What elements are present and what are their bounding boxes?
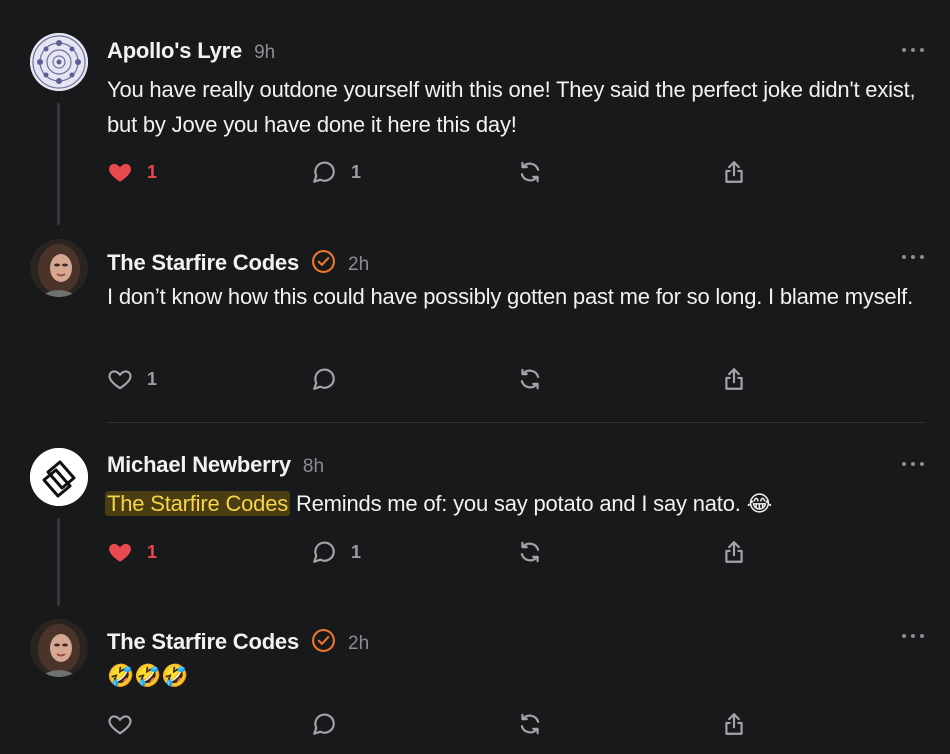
like-button[interactable]: 1 [107,537,157,567]
share-icon [725,161,743,183]
share-icon [725,368,743,390]
more-options-icon[interactable] [902,48,924,54]
repost-icon [520,368,540,390]
like-button[interactable]: 1 [107,364,157,394]
comment-button[interactable]: 1 [311,537,361,567]
like-button[interactable]: 1 [107,157,157,187]
action-bar: 1 1 [107,537,757,567]
avatar[interactable] [30,33,88,91]
action-bar: 1 1 [107,157,757,187]
action-bar [107,709,757,739]
comment-button[interactable]: 1 [311,157,361,187]
like-count: 1 [147,368,158,389]
comment-icon [313,368,335,390]
share-icon [725,713,743,735]
comment-icon [313,541,335,563]
like-button[interactable] [107,709,147,739]
thread-connector [57,103,60,225]
heart-icon [109,543,131,562]
more-options-icon[interactable] [902,634,924,640]
repost-icon [520,161,540,183]
share-button[interactable] [721,709,747,739]
timestamp[interactable]: 2h [348,254,369,276]
timestamp[interactable]: 2h [348,633,369,655]
avatar[interactable] [30,239,88,297]
heart-icon [108,370,132,390]
heart-icon [109,163,131,182]
share-button[interactable] [721,537,747,567]
comment-button[interactable] [311,709,351,739]
avatar[interactable] [30,448,88,506]
verified-badge-icon [312,629,335,652]
reply-count: 1 [351,541,362,562]
author-name[interactable]: Apollo's Lyre [107,38,242,64]
share-button[interactable] [721,157,747,187]
comment-icon [313,161,335,183]
more-options-icon[interactable] [902,255,924,261]
heart-icon [108,715,132,735]
comment-thread: Apollo's Lyre 9h You have really outdone… [0,0,950,754]
reply-count: 1 [351,161,362,182]
avatar[interactable] [30,619,88,677]
action-bar: 1 [107,364,757,394]
comment-text-body: Reminds me of: you say potato and I say … [290,491,773,516]
author-name[interactable]: The Starfire Codes [107,250,299,276]
thread-divider [107,422,926,423]
repost-icon [520,541,540,563]
more-options-icon[interactable] [902,462,924,468]
thread-connector [57,518,60,606]
author-name[interactable]: The Starfire Codes [107,629,299,655]
comment-icon [313,713,335,735]
share-icon [725,541,743,563]
comment-text: I don’t know how this could have possibl… [107,284,913,309]
comment-text: 🤣🤣🤣 [107,663,189,688]
repost-button[interactable] [517,157,543,187]
verified-badge-icon [312,250,335,273]
timestamp[interactable]: 9h [254,42,275,64]
repost-button[interactable] [517,537,543,567]
comment-button[interactable] [311,364,351,394]
like-count: 1 [147,161,158,182]
comment-text: You have really outdone yourself with th… [107,77,916,137]
repost-button[interactable] [517,709,543,739]
comment-text: The Starfire Codes Reminds me of: you sa… [105,486,920,521]
repost-icon [520,713,540,735]
like-count: 1 [147,541,158,562]
user-mention[interactable]: The Starfire Codes [105,491,291,516]
author-name[interactable]: Michael Newberry [107,452,291,478]
timestamp[interactable]: 8h [303,456,324,478]
repost-button[interactable] [517,364,543,394]
share-button[interactable] [721,364,747,394]
